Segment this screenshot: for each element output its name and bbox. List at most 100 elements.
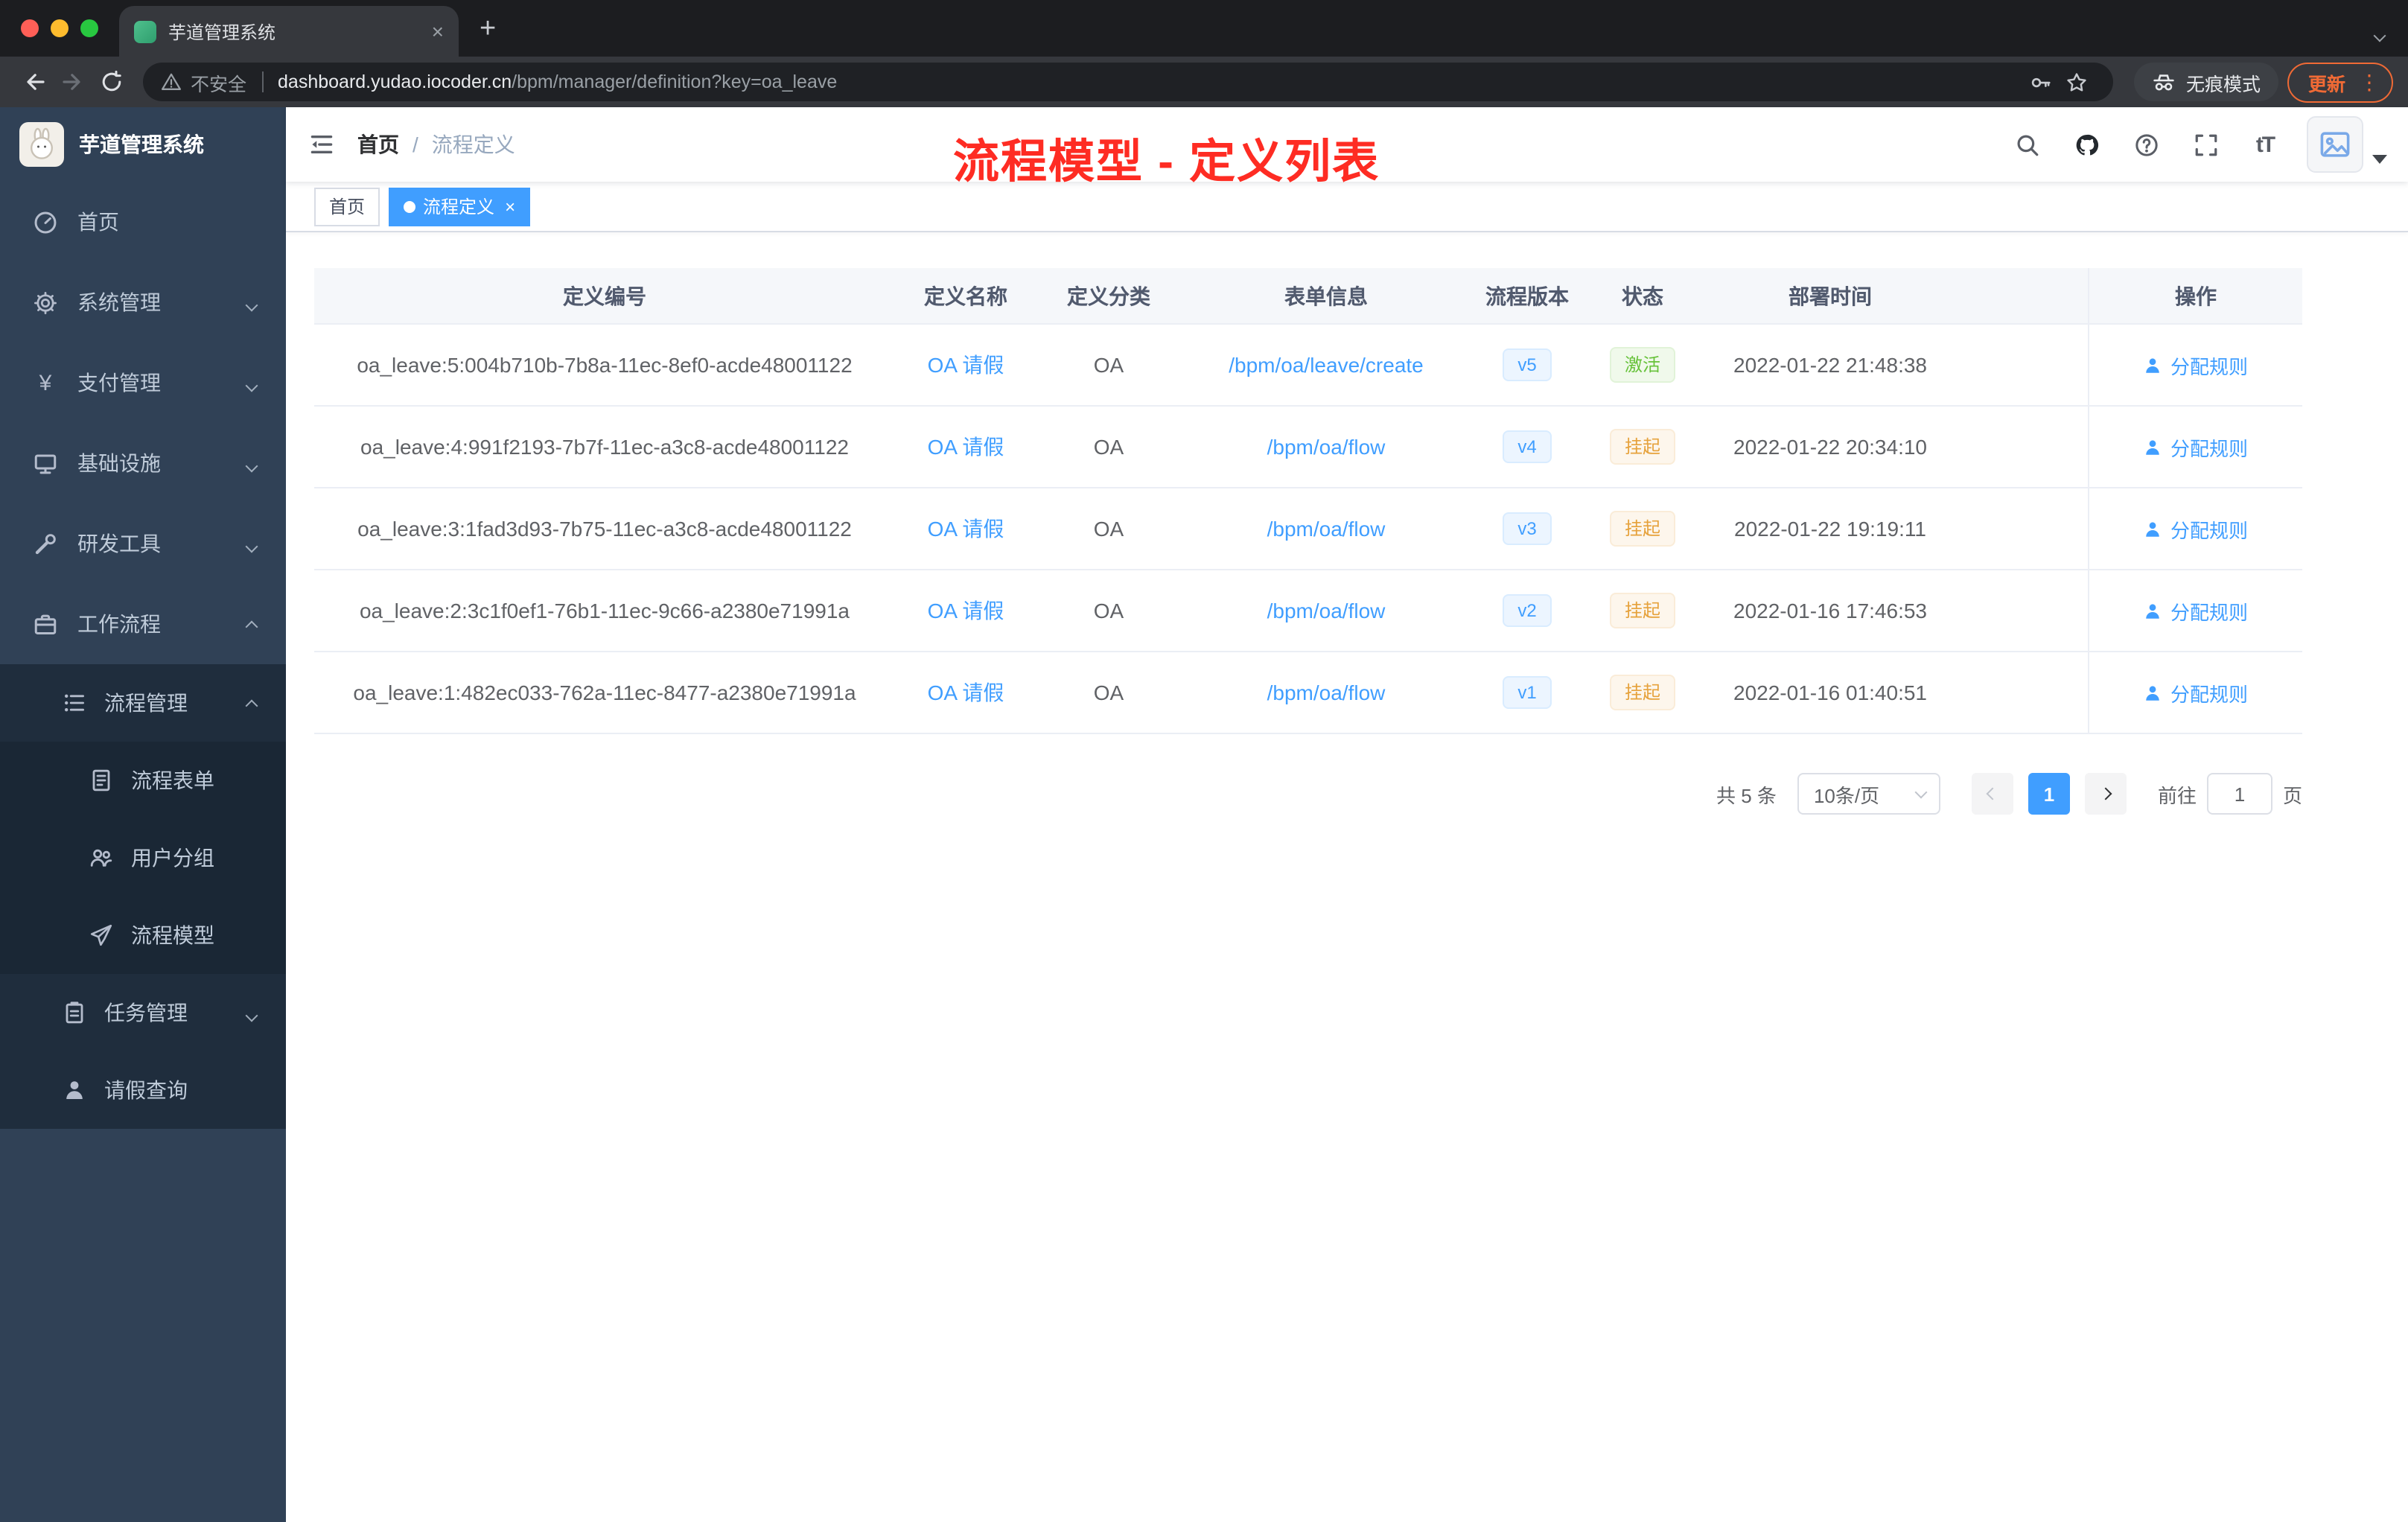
cell-category: OA (1093, 599, 1124, 623)
prev-page-button[interactable] (1971, 773, 2013, 815)
screen: 芋道管理系统 × + 不安全 dashboard.yudao.iocoder.c… (0, 0, 2408, 1522)
assign-rule-button[interactable]: 分配规则 (2144, 433, 2248, 461)
page-size-select[interactable]: 10条/页 (1797, 773, 1940, 815)
cell-filler (1958, 325, 2088, 405)
total-count: 共 5 条 (1716, 784, 1777, 806)
sidebar-item-user-group[interactable]: 用户分组 (0, 819, 286, 897)
cell-deploy-time: 2022-01-22 20:34:10 (1733, 435, 1927, 459)
column-header: 定义名称 (924, 284, 1007, 308)
refresh-button[interactable] (92, 63, 131, 101)
form-link[interactable]: /bpm/oa/flow (1267, 517, 1386, 541)
page-number-1[interactable]: 1 (2028, 773, 2070, 815)
url-text[interactable]: dashboard.yudao.iocoder.cn/bpm/manager/d… (278, 71, 837, 92)
tab-search-chevron-icon[interactable] (2373, 21, 2386, 48)
tag-close-icon[interactable]: × (505, 197, 515, 215)
definition-name-link[interactable]: OA 请假 (928, 678, 1004, 707)
cell-category: OA (1093, 681, 1124, 704)
avatar[interactable] (2307, 116, 2363, 173)
sidebar-toggle-button[interactable] (286, 107, 357, 182)
column-header: 状态 (1622, 284, 1663, 308)
assign-rule-button[interactable]: 分配规则 (2144, 515, 2248, 543)
briefcase-icon (33, 611, 58, 637)
close-window-button[interactable] (21, 19, 39, 37)
forward-button[interactable] (54, 63, 92, 101)
breadcrumb-separator: / (413, 133, 418, 156)
address-bar[interactable]: 不安全 dashboard.yudao.iocoder.cn/bpm/manag… (143, 63, 2113, 101)
cell-definition-id: oa_leave:4:991f2193-7b7f-11ec-a3c8-acde4… (360, 435, 849, 459)
chevron-up-icon (245, 691, 258, 715)
assign-rule-button[interactable]: 分配规则 (2144, 351, 2248, 379)
sidebar-item-workflow[interactable]: 工作流程 (0, 584, 286, 664)
sidebar-item-label: 请假查询 (104, 1078, 188, 1102)
definition-name-link[interactable]: OA 请假 (928, 350, 1004, 380)
search-icon[interactable] (2007, 125, 2046, 164)
security-label[interactable]: 不安全 (191, 68, 246, 96)
avatar-caret-icon[interactable] (2372, 155, 2387, 164)
form-link[interactable]: /bpm/oa/leave/create (1229, 353, 1424, 377)
tags-view: 首页 流程定义 × (286, 182, 2408, 232)
form-link[interactable]: /bpm/oa/flow (1267, 435, 1386, 459)
tab-title: 芋道管理系统 (168, 22, 276, 42)
version-badge: v1 (1503, 675, 1552, 710)
sidebar-item-leave-query[interactable]: 请假查询 (0, 1051, 286, 1129)
column-header: 表单信息 (1284, 284, 1368, 308)
tag-process-definition[interactable]: 流程定义 × (389, 187, 531, 226)
menu-kebab-icon[interactable]: ⋮ (2359, 69, 2380, 95)
help-question-icon[interactable] (2127, 125, 2165, 164)
sidebar-item-process-model[interactable]: 流程模型 (0, 897, 286, 974)
sidebar-item-process-management[interactable]: 流程管理 (0, 664, 286, 742)
table-row: oa_leave:3:1fad3d93-7b75-11ec-a3c8-acde4… (314, 488, 2302, 570)
sidebar-item-process-form[interactable]: 流程表单 (0, 742, 286, 819)
browser-tab[interactable]: 芋道管理系统 × (119, 6, 459, 57)
column-header: 操作 (2088, 268, 2302, 323)
sidebar-item-infrastructure[interactable]: 基础设施 (0, 423, 286, 503)
sidebar-item-dev-tools[interactable]: 研发工具 (0, 503, 286, 584)
pagination: 共 5 条 10条/页 1 前往 页 (314, 773, 2302, 815)
omnibox-divider (261, 71, 264, 92)
sidebar-item-label: 基础设施 (77, 451, 161, 475)
next-page-button[interactable] (2084, 773, 2127, 815)
version-badge: v3 (1503, 512, 1552, 546)
document-icon (89, 768, 113, 792)
definition-name-link[interactable]: OA 请假 (928, 596, 1004, 625)
sidebar-item-task-management[interactable]: 任务管理 (0, 974, 286, 1051)
cell-definition-id: oa_leave:3:1fad3d93-7b75-11ec-a3c8-acde4… (357, 517, 852, 541)
column-header: 部署时间 (1789, 284, 1872, 308)
app-logo[interactable]: 芋道管理系统 (0, 107, 286, 182)
column-header: 定义分类 (1067, 284, 1150, 308)
new-tab-button[interactable]: + (480, 14, 496, 42)
sidebar-item-payment[interactable]: ¥ 支付管理 (0, 343, 286, 423)
definition-name-link[interactable]: OA 请假 (928, 514, 1004, 544)
form-link[interactable]: /bpm/oa/flow (1267, 599, 1386, 623)
assign-rule-button[interactable]: 分配规则 (2144, 678, 2248, 707)
chevron-down-icon (1914, 786, 1928, 799)
status-badge: 挂起 (1609, 511, 1675, 547)
goto-page-input[interactable] (2206, 773, 2272, 815)
bookmark-star-icon[interactable] (2060, 64, 2095, 100)
tag-label: 首页 (329, 197, 366, 217)
font-size-icon[interactable]: tT (2246, 125, 2284, 164)
breadcrumb-home[interactable]: 首页 (357, 130, 399, 159)
sidebar-item-label: 系统管理 (77, 290, 161, 314)
cell-deploy-time: 2022-01-22 19:19:11 (1734, 517, 1926, 541)
password-key-icon[interactable] (2024, 64, 2060, 100)
back-button[interactable] (15, 63, 54, 101)
tag-home[interactable]: 首页 (314, 187, 380, 226)
fullscreen-icon[interactable] (2186, 125, 2225, 164)
assign-rule-button[interactable]: 分配规则 (2144, 596, 2248, 625)
status-badge: 挂起 (1609, 429, 1675, 465)
chevron-down-icon (245, 371, 258, 395)
sidebar-item-home[interactable]: 首页 (0, 182, 286, 262)
github-icon[interactable] (2067, 125, 2106, 164)
update-button[interactable]: 更新 ⋮ (2287, 62, 2393, 102)
zoom-window-button[interactable] (80, 19, 98, 37)
browser-toolbar: 不安全 dashboard.yudao.iocoder.cn/bpm/manag… (0, 57, 2408, 107)
tree-list-icon (63, 691, 86, 715)
tab-close-icon[interactable]: × (432, 21, 444, 42)
active-dot (404, 200, 416, 212)
sidebar-item-system[interactable]: 系统管理 (0, 262, 286, 343)
form-link[interactable]: /bpm/oa/flow (1267, 681, 1386, 704)
definition-name-link[interactable]: OA 请假 (928, 432, 1004, 462)
page-size-value: 10条/页 (1813, 784, 1880, 806)
minimize-window-button[interactable] (51, 19, 69, 37)
